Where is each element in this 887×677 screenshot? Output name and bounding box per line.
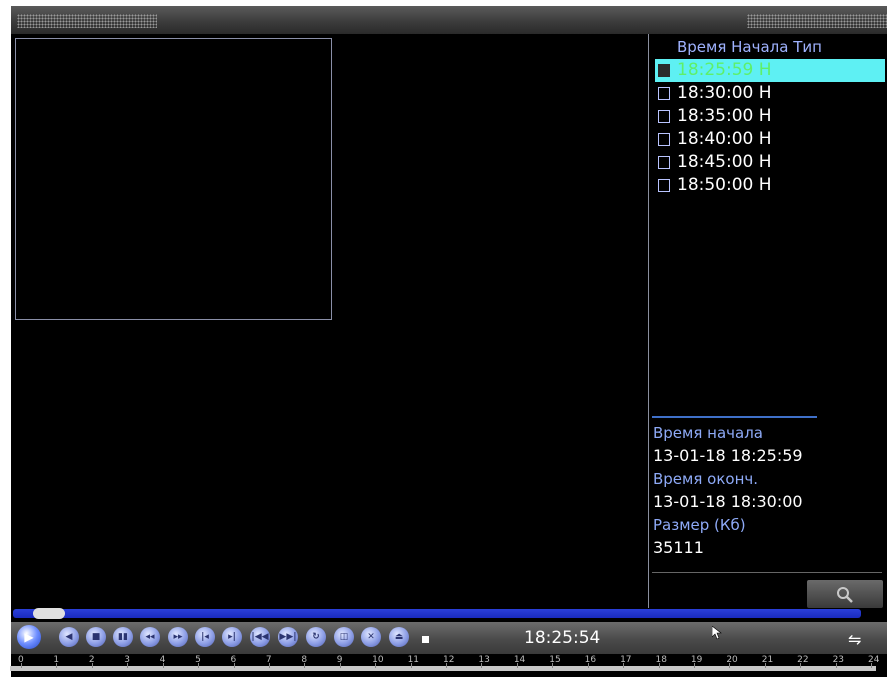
timeline-hour-label: 15 [549, 655, 561, 665]
timeline-tick-mark [481, 663, 483, 668]
row-checkbox[interactable] [658, 87, 670, 100]
status-indicator [422, 636, 429, 643]
timeline-hour-label: 13 [478, 655, 490, 665]
timeline-tick-mark [339, 663, 341, 668]
timeline-tick-mark [800, 663, 802, 668]
clip-icon[interactable]: ◫ [334, 627, 354, 647]
timeline-tick-mark [446, 663, 447, 668]
size-value: 35111 [653, 538, 704, 557]
timeline-tick-mark [162, 663, 164, 668]
timeline-tick-mark [835, 663, 837, 668]
playback-progress-bar[interactable] [13, 609, 861, 618]
row-time-type: 18:40:00 H [677, 129, 772, 149]
row-checkbox[interactable] [658, 133, 670, 146]
row-time-type: 18:30:00 H [677, 83, 772, 103]
repeat-icon[interactable]: ↻ [306, 627, 326, 647]
timeline-tick-mark [587, 663, 589, 668]
timeline-hour-label: 21 [761, 655, 774, 665]
timeline-hour-label: 23 [832, 655, 845, 665]
fast-play-icon[interactable]: ▸▸ [168, 627, 188, 647]
timeline-tick-mark [304, 663, 306, 668]
start-time-value: 13-01-18 18:25:59 [653, 446, 803, 465]
title-bar-grip-left [17, 14, 157, 28]
timeline-tick-mark [623, 663, 625, 668]
row-checkbox[interactable] [658, 64, 670, 77]
pause-icon[interactable]: ▮▮ [113, 627, 133, 647]
row-time-type: 18:50:00 H [677, 175, 772, 195]
timeline-tick-mark [268, 663, 270, 668]
file-list-panel: Время Начала Тип 18:25:59 H 18:30:00 H 18:… [648, 34, 887, 608]
row-checkbox[interactable] [658, 156, 670, 169]
timeline-hour-label: 20 [726, 655, 738, 665]
timeline-tick-mark [56, 663, 58, 668]
timeline-hour-label: 11 [407, 655, 420, 665]
timeline-tick-mark [516, 663, 518, 668]
next-file-icon[interactable]: ▶▶| [278, 627, 298, 647]
timeline-tick-mark [91, 663, 93, 668]
video-channel-window[interactable] [15, 38, 332, 320]
video-display-area[interactable] [11, 34, 647, 608]
file-list: 18:25:59 H 18:30:00 H 18:35:00 H 18:40:00 H… [655, 59, 885, 197]
file-list-row[interactable]: 18:45:00 H [655, 151, 885, 174]
search-button[interactable] [807, 580, 883, 608]
file-list-row[interactable]: 18:50:00 H [655, 174, 885, 197]
title-bar[interactable] [11, 6, 887, 34]
timeline-hour-label: 12 [443, 655, 455, 665]
timeline-tick-mark [410, 663, 412, 668]
timeline-hour-label: 22 [797, 655, 809, 665]
eject-icon[interactable]: ⏏ [389, 627, 409, 647]
timeline-tick-mark [693, 663, 695, 668]
timeline-tick-mark [658, 663, 660, 668]
timeline-scale-bar[interactable] [10, 666, 876, 671]
search-divider [652, 572, 882, 573]
stop-icon[interactable]: ■ [86, 627, 106, 647]
file-list-row[interactable]: 18:40:00 H [655, 128, 885, 151]
row-time-type: 18:25:59 H [677, 60, 772, 80]
timeline-hour-label: 14 [513, 655, 526, 665]
timeline-tick-mark [233, 663, 235, 668]
timeline-tick-mark [375, 663, 377, 668]
slow-play-icon[interactable]: ◂◂ [140, 627, 160, 647]
frame-forward-icon[interactable]: ▸| [222, 627, 242, 647]
file-list-row[interactable]: 18:30:00 H [655, 82, 885, 105]
timeline-tick-mark [871, 663, 872, 668]
info-divider [652, 416, 817, 418]
prev-file-icon[interactable]: |◀◀ [250, 627, 270, 647]
title-bar-grip-right [747, 14, 887, 28]
timeline-tick-mark [552, 663, 554, 668]
frame-back-icon[interactable]: |◂ [195, 627, 215, 647]
file-list-row[interactable]: 18:35:00 H [655, 105, 885, 128]
timeline-tick-mark [127, 663, 129, 668]
mouse-cursor-icon [712, 626, 722, 640]
playback-window: Время Начала Тип 18:25:59 H 18:30:00 H 18:… [11, 6, 887, 677]
reverse-play-icon[interactable]: ◀ [59, 627, 79, 647]
timeline-hour-label: 10 [372, 655, 384, 665]
search-icon [837, 587, 853, 603]
timeline-hour-label: 24 [868, 655, 880, 665]
timeline-hour-label: 16 [584, 655, 597, 665]
play-icon[interactable]: ▶ [17, 625, 41, 649]
row-time-type: 18:45:00 H [677, 152, 772, 172]
timeline-tick-mark [729, 663, 731, 668]
timeline-hour-label: 17 [620, 655, 632, 665]
timeline-tick-mark [198, 663, 200, 668]
timeline-tick-mark [21, 663, 22, 668]
start-time-label: Время начала [653, 424, 763, 442]
refresh-icon[interactable]: ⇋ [848, 630, 861, 649]
file-list-header: Время Начала Тип [677, 38, 822, 56]
timeline-hour-label: 18 [655, 655, 667, 665]
row-time-type: 18:35:00 H [677, 106, 772, 126]
row-checkbox[interactable] [658, 110, 670, 123]
timeline-hour-label: 19 [690, 655, 703, 665]
file-list-row[interactable]: 18:25:59 H [655, 59, 885, 82]
playback-progress-handle[interactable] [32, 608, 65, 619]
end-time-label: Время оконч. [653, 470, 758, 488]
timeline-tick-mark [764, 663, 766, 668]
close-icon[interactable]: ✕ [361, 627, 381, 647]
row-checkbox[interactable] [658, 179, 670, 192]
size-label: Размер (Кб) [653, 516, 746, 534]
current-playback-time: 18:25:54 [524, 628, 601, 648]
end-time-value: 13-01-18 18:30:00 [653, 492, 803, 511]
